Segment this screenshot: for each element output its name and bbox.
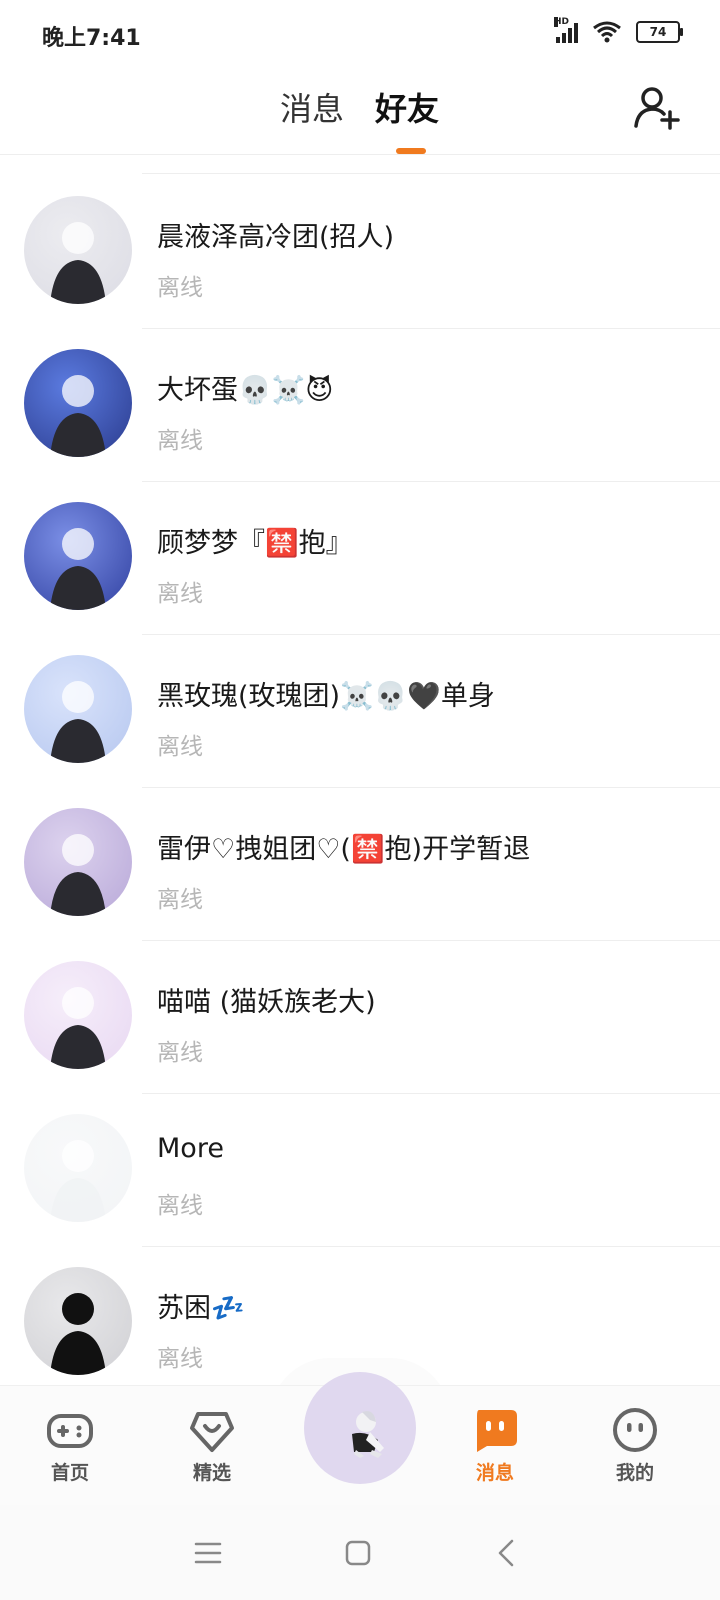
avatar-figure-icon — [50, 528, 106, 610]
friend-name: 晨液泽高冷团(招人) — [157, 222, 395, 253]
tab-messages[interactable]: 消息 — [280, 84, 344, 130]
wifi-icon — [593, 21, 621, 43]
status-icons: HD 74 — [554, 17, 683, 44]
nav-home[interactable]: 首页 — [15, 1386, 125, 1506]
friend-status: 离线 — [157, 428, 203, 454]
back-icon[interactable] — [488, 1533, 528, 1573]
nav-messages[interactable]: 消息 — [440, 1386, 550, 1506]
friend-avatar[interactable] — [24, 655, 132, 763]
status-time: 晚上7:41 — [42, 26, 141, 51]
menu-icon[interactable] — [188, 1533, 228, 1573]
nav-profile[interactable]: 我的 — [580, 1386, 690, 1506]
friend-row[interactable]: 黑玫瑰(玫瑰团)☠️💀🖤单身离线 — [0, 632, 720, 788]
friend-name: 喵喵 (猫妖族老大) — [157, 987, 376, 1018]
nav-featured[interactable]: 精选 — [157, 1386, 267, 1506]
friend-status: 离线 — [157, 1040, 203, 1066]
nav-featured-label: 精选 — [192, 1462, 231, 1484]
friend-name: 大坏蛋💀☠️😈 — [157, 375, 334, 406]
avatar-figure-icon — [50, 1293, 106, 1375]
status-bar: 晚上7:41 HD 74 — [0, 0, 720, 70]
gamepad-icon — [47, 1414, 93, 1448]
friend-name: 黑玫瑰(玫瑰团)☠️💀🖤单身 — [157, 681, 495, 712]
heart-shield-icon — [190, 1412, 234, 1452]
signal-icon: HD — [554, 17, 578, 43]
avatar-center-icon — [352, 1411, 384, 1458]
network-type: HD — [554, 17, 570, 27]
friend-avatar[interactable] — [24, 1267, 132, 1375]
tab-friends[interactable]: 好友 — [375, 84, 439, 130]
friend-name: 顾梦梦『🈲抱』 — [157, 528, 353, 559]
friend-name: 雷伊♡拽姐团♡(🈲抱)开学暂退 — [157, 834, 531, 865]
friend-status: 离线 — [157, 1193, 203, 1219]
friend-name: More — [157, 1133, 224, 1164]
active-tab-indicator — [396, 148, 426, 154]
battery-level: 74 — [649, 25, 667, 39]
friend-row[interactable]: 晨液泽高冷团(招人) 离线 — [0, 173, 720, 329]
friend-status: 离线 — [157, 275, 203, 301]
friend-status: 离线 — [157, 1346, 203, 1372]
friend-avatar[interactable] — [24, 1114, 132, 1222]
message-face-icon — [477, 1410, 517, 1452]
friend-avatar[interactable] — [24, 961, 132, 1069]
avatar-figure-icon — [50, 375, 106, 457]
center-avatar-button[interactable] — [304, 1372, 416, 1484]
battery-icon: 74 — [636, 21, 683, 43]
nav-messages-label: 消息 — [475, 1462, 514, 1484]
avatar-figure-icon — [50, 222, 106, 304]
friend-row[interactable]: 顾梦梦『🈲抱』离线 — [0, 479, 720, 635]
avatar-figure-icon — [50, 681, 106, 763]
friend-row[interactable]: 喵喵 (猫妖族老大) 离线 — [0, 938, 720, 1094]
friend-list: 晨液泽高冷团(招人) 离线 大坏蛋💀☠️😈 离线 顾梦梦『🈲抱』 离线 黑玫瑰(玫瑰团)☠️… — [0, 155, 720, 1385]
avatar-figure-icon — [50, 987, 106, 1069]
nav-profile-label: 我的 — [615, 1462, 654, 1484]
friend-avatar[interactable] — [24, 502, 132, 610]
friend-avatar[interactable] — [24, 808, 132, 916]
system-navigation-bar — [0, 1505, 720, 1600]
friend-status: 离线 — [157, 734, 203, 760]
friend-row[interactable]: 大坏蛋💀☠️😈 离线 — [0, 326, 720, 482]
home-square-icon[interactable] — [338, 1533, 378, 1573]
avatar-figure-icon — [50, 834, 106, 916]
header: 消息 好友 — [0, 70, 720, 155]
friend-row[interactable]: More 离线 — [0, 1091, 720, 1247]
avatar-figure-icon — [50, 1140, 106, 1222]
friend-avatar[interactable] — [24, 349, 132, 457]
friend-status: 离线 — [157, 887, 203, 913]
friend-status: 离线 — [157, 581, 203, 607]
face-icon — [613, 1408, 657, 1452]
friend-name: 苏困💤 — [157, 1293, 245, 1324]
nav-home-label: 首页 — [50, 1462, 89, 1484]
friend-row[interactable]: 雷伊♡拽姐团♡(🈲抱)开学暂退离线 — [0, 785, 720, 941]
friend-avatar[interactable] — [24, 196, 132, 304]
add-friend-icon[interactable] — [632, 82, 682, 132]
